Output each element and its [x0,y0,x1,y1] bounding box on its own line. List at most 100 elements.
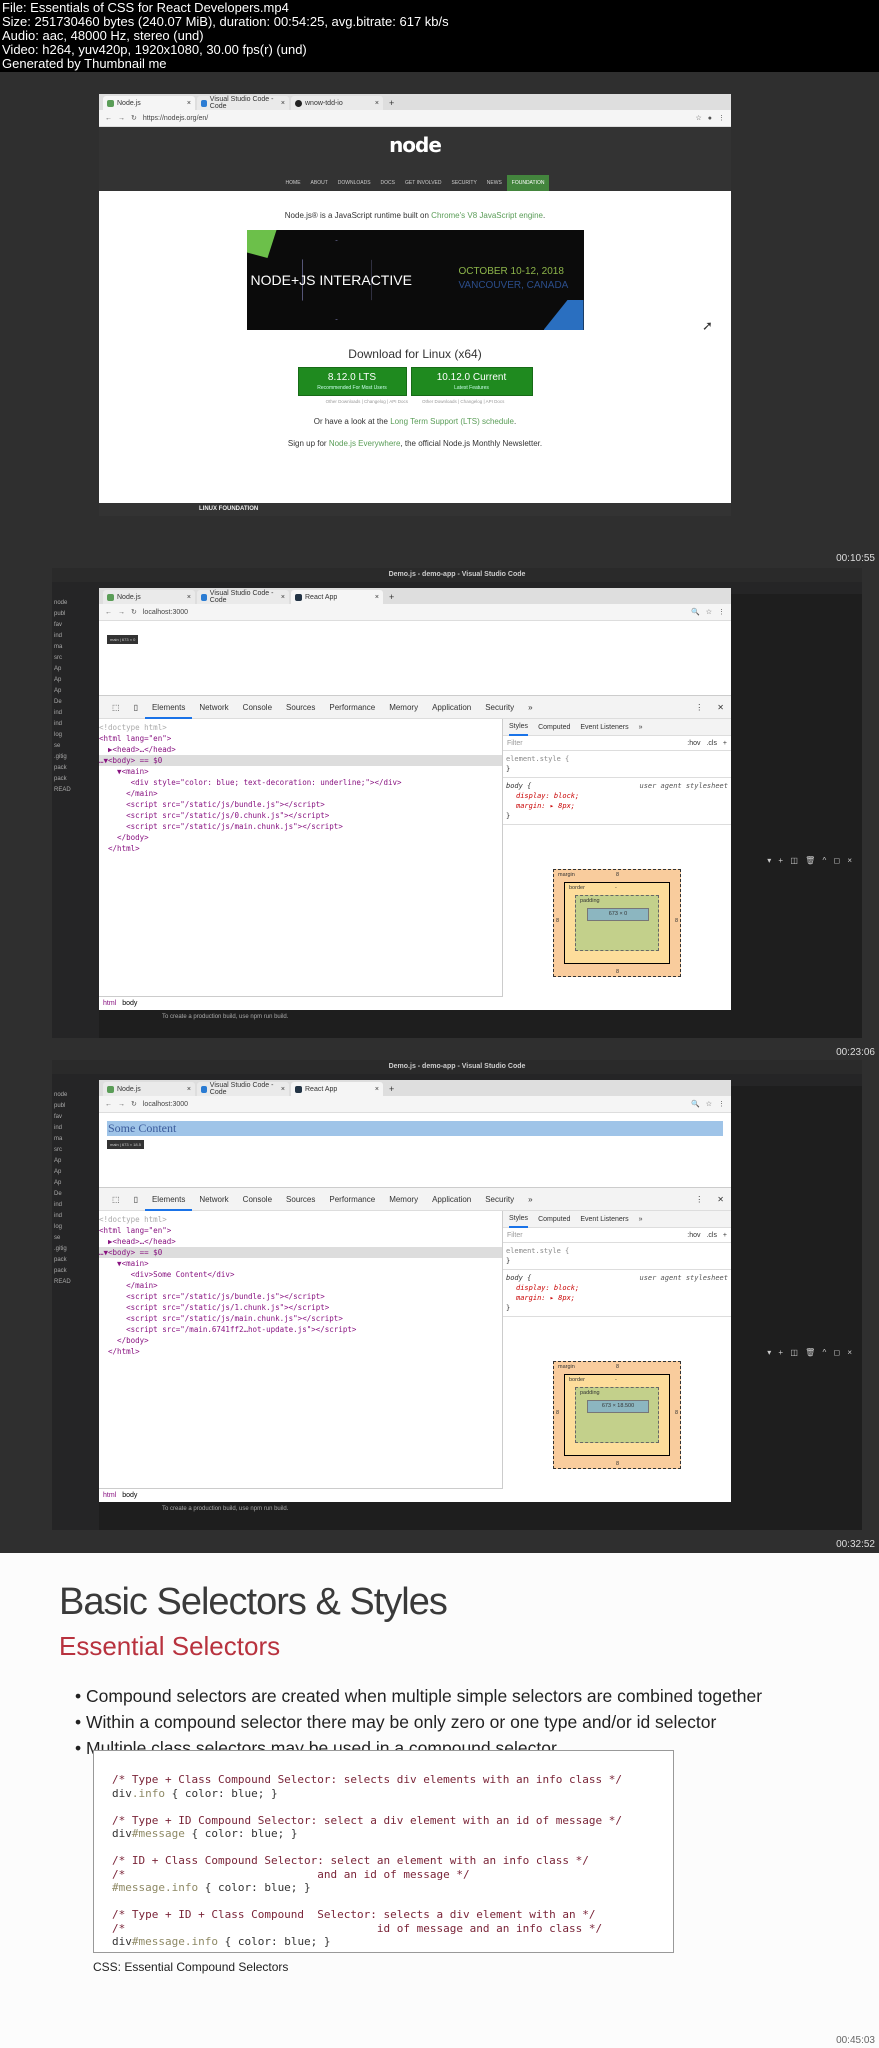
filter-buttons[interactable]: :hov .cls + [687,1232,727,1239]
new-tab-icon[interactable]: + [385,1084,398,1096]
nav-news[interactable]: NEWS [482,175,507,191]
body-ua-rule[interactable]: body {user agent stylesheet display: bloc… [503,1270,731,1317]
explorer-item[interactable]: src [54,1145,97,1156]
explorer-item[interactable]: pack [54,774,97,785]
v8-link[interactable]: Chrome's V8 JavaScript engine [431,211,543,220]
nav-security[interactable]: SECURITY [447,175,482,191]
dom-node-line[interactable]: <script src="/static/js/main.chunk.js"><… [99,821,502,832]
explorer-item[interactable]: node [54,598,97,609]
current-links[interactable]: Other Downloads | Changelog | API Docs [422,399,504,404]
dom-node-line[interactable]: <div>Some Content</div> [99,1269,502,1280]
tab-elements[interactable]: Elements [144,1188,193,1211]
dom-node-line[interactable]: </html> [99,843,502,854]
inspect-icon[interactable]: ⬚ [105,703,127,712]
explorer-item[interactable]: Ap [54,1156,97,1167]
dom-node-line[interactable]: <html lang="en"> [99,1225,502,1236]
new-tab-icon[interactable]: + [385,592,398,604]
star-icon[interactable]: ☆ [695,114,701,122]
explorer-item[interactable]: Ap [54,686,97,697]
explorer-item[interactable]: publ [54,1101,97,1112]
download-current-button[interactable]: 10.12.0 Current Latest Features [410,367,533,396]
tab-application[interactable]: Application [425,1195,478,1204]
explorer-item[interactable]: Ap [54,1178,97,1189]
url-input[interactable]: https://nodejs.org/en/ [143,115,690,122]
more-tabs[interactable]: » [521,1195,539,1204]
tab-security[interactable]: Security [478,703,521,712]
forward-icon[interactable]: → [118,1101,125,1108]
crumb-body[interactable]: body [122,1000,137,1007]
close-devtools-icon[interactable]: ✕ [710,1195,731,1204]
reload-icon[interactable]: ↻ [131,114,137,122]
some-content-div[interactable]: Some Content [107,1121,723,1136]
explorer-item[interactable]: se [54,741,97,752]
explorer-item[interactable]: READ [54,785,97,796]
terminal-toolbar[interactable]: ▾ + ◫ 🗑 ^ ◻ × [767,856,852,865]
newsletter-link[interactable]: Node.js Everywhere [329,439,401,448]
tab-sources[interactable]: Sources [279,703,322,712]
url-input[interactable]: localhost:3000 [143,1101,685,1108]
close-devtools-icon[interactable]: ✕ [710,703,731,712]
terminal-toolbar[interactable]: ▾ + ◫ 🗑 ^ ◻ × [767,1348,852,1357]
tab-elements[interactable]: Elements [144,696,193,719]
devtools-menu-icon[interactable]: ⋮ [688,1195,710,1204]
explorer-item[interactable]: Ap [54,675,97,686]
close-tab-icon[interactable]: × [375,100,379,107]
dom-node-line[interactable]: <html lang="en"> [99,733,502,744]
tab-vscode[interactable]: Visual Studio Code - Code × [197,96,289,110]
dom-node-line[interactable]: …▼<body> == $0 [99,755,502,766]
explorer-item[interactable]: ma [54,1134,97,1145]
lts-schedule-link[interactable]: Long Term Support (LTS) schedule [390,417,514,426]
dom-node-line[interactable]: <div style="color: blue; text-decoration… [99,777,502,788]
explorer-item[interactable]: publ [54,609,97,620]
explorer-item[interactable]: fav [54,1112,97,1123]
nav-home[interactable]: HOME [281,175,306,191]
tab-application[interactable]: Application [425,703,478,712]
tab-vscode[interactable]: Visual Studio Code - Code × [197,1082,289,1096]
back-icon[interactable]: ← [105,609,112,616]
back-icon[interactable]: ← [105,1101,112,1108]
dom-node-line[interactable]: </body> [99,832,502,843]
reload-icon[interactable]: ↻ [131,608,137,616]
more-style-tabs[interactable]: » [639,724,643,731]
tab-computed[interactable]: Computed [538,1216,570,1223]
back-icon[interactable]: ← [105,115,112,122]
tab-computed[interactable]: Computed [538,724,570,731]
inspect-icon[interactable]: ⬚ [105,1195,127,1204]
dom-node-line[interactable]: </main> [99,1280,502,1291]
url-input[interactable]: localhost:3000 [143,609,685,616]
nav-docs[interactable]: DOCS [376,175,400,191]
dom-node-line[interactable]: ▶<head>…</head> [99,1236,502,1247]
filter-buttons[interactable]: :hov .cls + [687,740,727,747]
explorer-item[interactable]: ma [54,642,97,653]
dom-node-line[interactable]: <script src="/static/js/main.chunk.js"><… [99,1313,502,1324]
crumb-html[interactable]: html [103,1000,116,1007]
explorer-item[interactable]: READ [54,1277,97,1288]
explorer-item[interactable]: pack [54,1266,97,1277]
menu-icon[interactable]: ⋮ [718,608,725,616]
star-icon[interactable]: ☆ [706,608,712,616]
close-tab-icon[interactable]: × [187,100,191,107]
tab-network[interactable]: Network [192,1195,235,1204]
explorer-item[interactable]: De [54,1189,97,1200]
crumb-body[interactable]: body [122,1492,137,1499]
tab-styles[interactable]: Styles [509,1211,529,1228]
nav-foundation[interactable]: FOUNDATION [506,175,550,191]
tab-nodejs[interactable]: Node.js × [103,590,195,604]
device-icon[interactable]: ▯ [127,703,145,712]
styles-filter-input[interactable]: Filter:hov .cls + [503,736,731,751]
zoom-icon[interactable]: 🔍 [691,1100,700,1108]
explorer-item[interactable]: ind [54,1200,97,1211]
explorer-item[interactable]: node [54,1090,97,1101]
explorer-item[interactable]: ind [54,1123,97,1134]
tab-performance[interactable]: Performance [322,1195,382,1204]
tab-event-listeners[interactable]: Event Listeners [580,724,628,731]
tab-styles[interactable]: Styles [509,719,529,736]
dom-node-line[interactable]: …▼<body> == $0 [99,1247,502,1258]
star-icon[interactable]: ☆ [706,1100,712,1108]
explorer-item[interactable]: fav [54,620,97,631]
tab-vscode[interactable]: Visual Studio Code - Code × [197,590,289,604]
close-tab-icon[interactable]: × [375,594,379,601]
nav-get-involved[interactable]: GET INVOLVED [400,175,447,191]
explorer-item[interactable]: log [54,1222,97,1233]
forward-icon[interactable]: → [118,609,125,616]
